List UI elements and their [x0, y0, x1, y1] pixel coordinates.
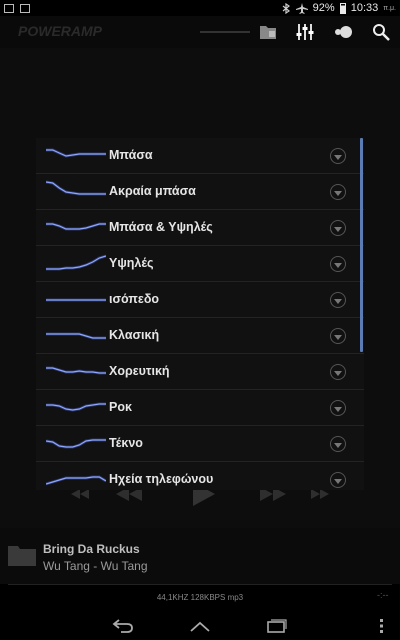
track-artist: Wu Tang - Wu Tang [43, 559, 148, 573]
home-button[interactable] [187, 616, 213, 636]
home-icon [190, 621, 210, 632]
preset-label: Κλασική [109, 328, 160, 342]
preset-item[interactable]: Τέκνο [36, 426, 364, 462]
library-folder-icon [260, 26, 276, 39]
preset-label: ισόπεδο [109, 292, 160, 306]
preset-item[interactable]: Μπάσα [36, 138, 364, 174]
preset-label: Μπάσα & Υψηλές [109, 220, 213, 234]
eq-curve-preview [46, 254, 106, 271]
fast-forward-icon [311, 489, 329, 499]
track-format-info: 44,1KHZ 128KBPS mp3 [156, 593, 244, 602]
screenshot-notification-icon [20, 3, 30, 13]
status-bar: 92% 10:33 π.μ. [0, 0, 400, 16]
chevron-down-icon[interactable] [330, 364, 346, 380]
eq-curve-preview [46, 438, 106, 449]
airplane-mode-icon [295, 2, 308, 14]
visualization-button[interactable] [330, 20, 356, 44]
track-time: -:-- [377, 590, 389, 600]
chevron-down-icon[interactable] [330, 328, 346, 344]
preset-item[interactable]: Χορευτική [36, 354, 364, 390]
bluetooth-icon [282, 2, 290, 14]
eq-curve-preview [46, 222, 106, 231]
equalizer-button[interactable] [292, 20, 318, 44]
chevron-down-icon[interactable] [330, 436, 346, 452]
battery-icon [339, 2, 346, 14]
preset-label: Ακραία μπάσα [109, 184, 196, 198]
preset-item[interactable]: Μπάσα & Υψηλές [36, 210, 364, 246]
chevron-down-icon[interactable] [330, 220, 346, 236]
back-button[interactable] [110, 616, 136, 636]
preset-label: Ροκ [109, 400, 132, 414]
overflow-menu-icon [380, 619, 383, 633]
clock-ampm: π.μ. [383, 4, 396, 12]
preset-label: Χορευτική [109, 364, 170, 378]
preset-item[interactable]: ισόπεδο [36, 282, 364, 318]
preset-item[interactable]: Υψηλές [36, 246, 364, 282]
app-bar: POWERAMP [0, 16, 400, 48]
eq-curve-preview [46, 402, 106, 412]
preset-item[interactable]: Κλασική [36, 318, 364, 354]
gallery-notification-icon [4, 3, 14, 13]
clock: 10:33 [350, 2, 379, 14]
preset-label: Τέκνο [109, 436, 143, 450]
chevron-down-icon[interactable] [330, 400, 346, 416]
back-arrow-icon [112, 619, 133, 633]
chevron-down-icon[interactable] [330, 256, 346, 272]
top-divider [200, 31, 250, 33]
chevron-down-icon[interactable] [330, 148, 346, 164]
preset-list-scrollbar[interactable] [360, 138, 363, 352]
visualization-icon [335, 26, 352, 38]
info-divider [8, 584, 392, 585]
chevron-down-icon[interactable] [330, 292, 346, 308]
eq-curve-preview [46, 475, 106, 486]
poweramp-logo: POWERAMP [18, 23, 102, 39]
chevron-down-icon[interactable] [330, 472, 346, 488]
preset-list: Μπάσα Ακραία μπάσα Μπάσα & Υψηλές Υψηλές ισό… [36, 138, 364, 490]
preset-item[interactable]: Ροκ [36, 390, 364, 426]
navigation-bar [0, 612, 400, 640]
search-icon [373, 24, 390, 41]
fast-rewind-icon [71, 489, 89, 499]
preset-label: Μπάσα [109, 148, 153, 162]
equalizer-sliders-icon [296, 24, 314, 40]
library-button[interactable] [256, 20, 282, 44]
preset-item[interactable]: Ηχεία τηλεφώνου [36, 462, 364, 490]
chevron-down-icon[interactable] [330, 184, 346, 200]
preset-label: Ηχεία τηλεφώνου [109, 472, 214, 486]
recent-apps-icon [267, 619, 287, 633]
preset-label: Υψηλές [109, 256, 154, 270]
search-button[interactable] [368, 20, 394, 44]
now-playing-bar[interactable] [0, 528, 400, 584]
eq-curve-preview [46, 298, 106, 302]
battery-percentage: 92% [312, 2, 335, 14]
eq-curve-preview [46, 180, 106, 196]
recent-apps-button[interactable] [264, 616, 290, 636]
eq-curve-preview [46, 148, 106, 158]
menu-button[interactable] [372, 616, 392, 636]
preset-item[interactable]: Ακραία μπάσα [36, 174, 364, 210]
folder-icon [8, 546, 36, 566]
track-title: Bring Da Ruckus [43, 542, 140, 556]
eq-curve-preview [46, 366, 106, 375]
equalizer-presets-dialog: Μπάσα Ακραία μπάσα Μπάσα & Υψηλές Υψηλές ισό… [36, 138, 364, 490]
eq-curve-preview [46, 332, 106, 340]
